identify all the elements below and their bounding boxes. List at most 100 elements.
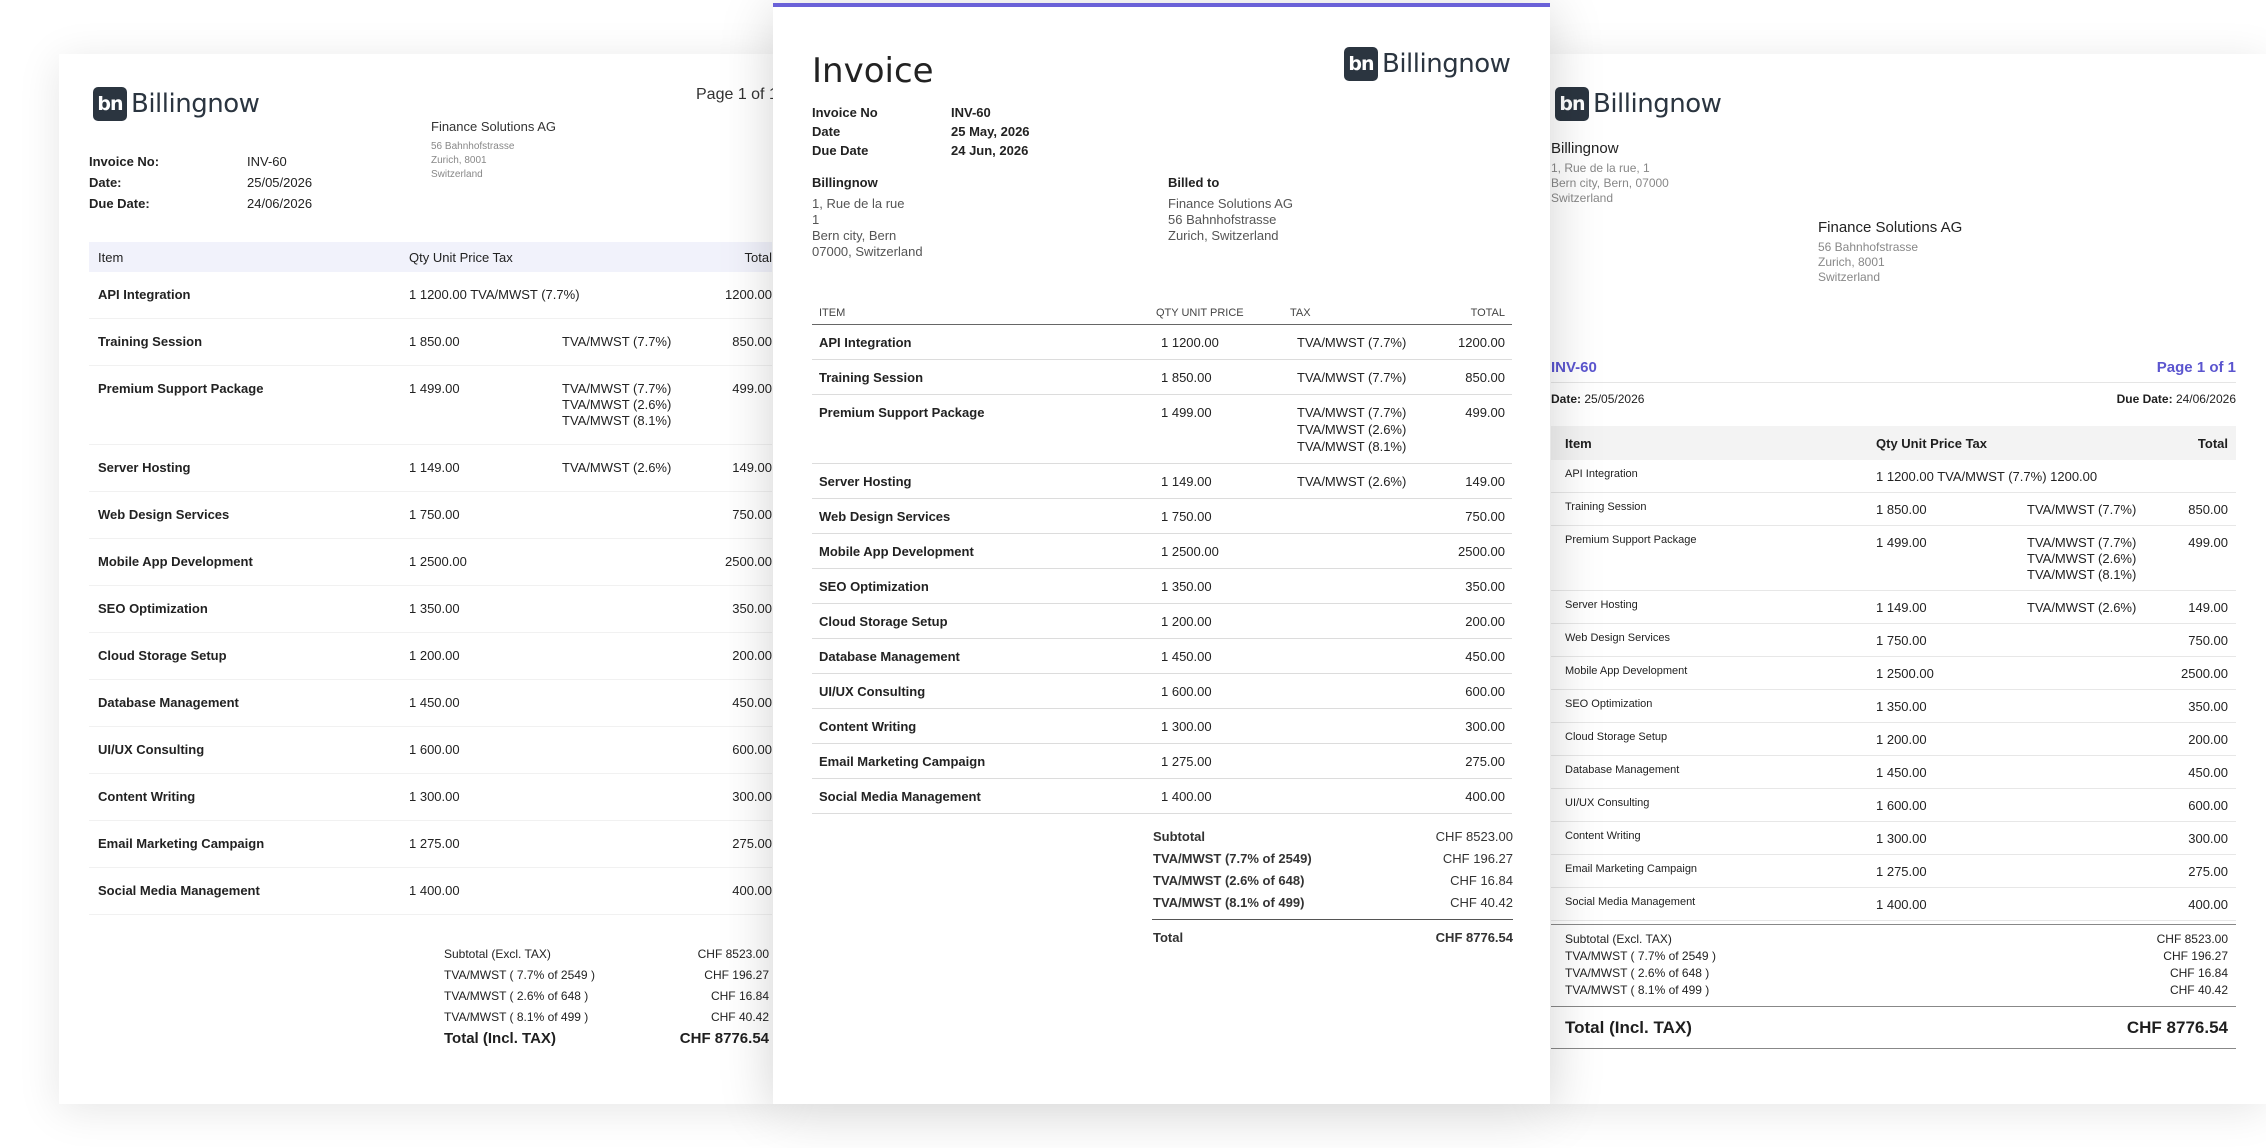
item-qty-price: 1 350.00: [409, 601, 460, 616]
item-qty-price: 1 300.00: [1876, 831, 1927, 846]
table-row: Premium Support Package 1 499.00 TVA/MWST …: [812, 395, 1512, 464]
item-qty-price: 1 450.00: [409, 695, 460, 710]
item-qty-price: 1 499.00: [1161, 405, 1212, 420]
date-value: 25/05/2026: [1584, 392, 1645, 406]
item-total: 200.00: [2188, 732, 2228, 747]
item-name: Premium Support Package: [819, 405, 985, 420]
date-label: Date: [812, 124, 841, 139]
table-row: Social Media Management 1 400.00 400.00: [812, 779, 1512, 814]
item-qty-price: 1 275.00: [1161, 754, 1212, 769]
item-tax: TVA/MWST (8.1%): [1297, 439, 1407, 454]
item-qty-price: 1 750.00: [409, 507, 460, 522]
item-total: 300.00: [1465, 719, 1505, 734]
item-total: 600.00: [1465, 684, 1505, 699]
item-qty-price: 1 350.00: [1876, 699, 1927, 714]
table-row: API Integration 1 1200.00 TVA/MWST (7.7%)…: [1551, 460, 2236, 493]
totals-divider: [1152, 919, 1513, 920]
item-name: Server Hosting: [1565, 599, 1638, 611]
items-table-header: ITEM QTY UNIT PRICE TAX TOTAL: [812, 303, 1512, 325]
grand-total-value: CHF 8776.54: [2126, 1018, 2228, 1037]
item-name: Server Hosting: [98, 460, 191, 475]
item-name: Email Marketing Campaign: [98, 836, 265, 851]
billed-to-heading: Billed to: [1168, 175, 1220, 190]
due-date-value: 24 Jun, 2026: [951, 143, 1029, 158]
totals-divider: [1551, 1048, 2236, 1049]
item-qty-price: 1 149.00: [1161, 474, 1212, 489]
table-row: Email Marketing Campaign 1 275.00 275.00: [1551, 855, 2236, 888]
table-row: Database Management 1 450.00 450.00: [89, 680, 772, 727]
header-qty-price-tax: Qty Unit Price Tax: [409, 250, 513, 265]
item-total: 2500.00: [725, 554, 772, 569]
item-qty-price: 1 149.00: [1876, 600, 1927, 615]
billingnow-logo: bn Billingnow: [1344, 47, 1511, 81]
item-total: 2500.00: [2181, 666, 2228, 681]
item-total: 850.00: [732, 334, 772, 349]
date-label: Date:: [89, 175, 122, 190]
item-name: Mobile App Development: [819, 544, 974, 559]
totals-value: CHF 196.27: [2163, 949, 2228, 963]
invoice-number: INV-60: [1551, 359, 1597, 376]
billed-to-line: Finance Solutions AG: [1168, 196, 1294, 211]
invoice-page-right: bn Billingnow Billingnow 1, Rue de la ru…: [1545, 54, 2266, 1104]
item-name: SEO Optimization: [98, 601, 208, 616]
item-total: 149.00: [1465, 474, 1505, 489]
item-tax: TVA/MWST (7.7%): [562, 334, 672, 349]
header-item: ITEM: [819, 307, 846, 319]
invoice-title: Invoice: [812, 51, 934, 91]
invoice-no-label: Invoice No: [812, 105, 878, 120]
header-total: Total: [744, 250, 772, 265]
item-tax: TVA/MWST (7.7%): [2027, 535, 2137, 550]
client-address-line: Switzerland: [431, 169, 483, 180]
due-date-value: 24/06/2026: [2175, 392, 2236, 406]
item-name: Cloud Storage Setup: [1565, 731, 1668, 743]
item-total: 450.00: [1465, 649, 1505, 664]
item-total: 350.00: [2188, 699, 2228, 714]
item-name: API Integration: [819, 335, 912, 350]
date-value: 25/05/2026: [247, 175, 313, 190]
from-line: 1, Rue de la rue: [812, 196, 905, 211]
totals-label: TVA/MWST ( 2.6% of 648 ): [444, 989, 589, 1003]
grand-total-label: Total: [1153, 930, 1184, 945]
header-qty-price: QTY UNIT PRICE: [1156, 307, 1244, 319]
item-name: Web Design Services: [819, 509, 951, 524]
due-date-label: Due Date: [812, 143, 869, 158]
sender-name: Billingnow: [1551, 140, 1619, 157]
totals-label: Subtotal (Excl. TAX): [1565, 932, 1672, 946]
item-tax: TVA/MWST (2.6%): [2027, 600, 2137, 615]
logo-text: Billingnow: [1593, 89, 1722, 119]
item-name: Mobile App Development: [1565, 665, 1688, 677]
item-name: Social Media Management: [1565, 896, 1696, 908]
item-qty-price: 1 600.00: [409, 742, 460, 757]
item-name: Training Session: [98, 334, 203, 349]
item-qty-price: 1 850.00: [409, 334, 460, 349]
item-total: 275.00: [732, 836, 772, 851]
from-line: 1: [812, 212, 820, 227]
invoice-no-value: INV-60: [247, 154, 287, 169]
table-row: Cloud Storage Setup 1 200.00 200.00: [812, 604, 1512, 639]
table-row: Premium Support Package 1 499.00 TVA/MWST …: [89, 366, 772, 445]
item-total: 300.00: [2188, 831, 2228, 846]
billed-to-line: 56 Bahnhofstrasse: [1168, 212, 1277, 227]
item-total: 850.00: [2188, 502, 2228, 517]
item-qty-price: 1 750.00: [1876, 633, 1927, 648]
page-indicator: Page 1 of 1: [2156, 359, 2236, 376]
item-total: 149.00: [732, 460, 772, 475]
item-qty-price: 1 200.00: [1876, 732, 1927, 747]
invoice-no-value: INV-60: [951, 105, 991, 120]
table-row: Email Marketing Campaign 1 275.00 275.00: [812, 744, 1512, 779]
item-qty-price: 1 450.00: [1161, 649, 1212, 664]
item-qty-price: 1 750.00: [1161, 509, 1212, 524]
item-total: 600.00: [732, 742, 772, 757]
item-total: 300.00: [732, 789, 772, 804]
item-name: Social Media Management: [98, 883, 260, 898]
item-qty-price: 1 600.00: [1876, 798, 1927, 813]
item-tax: TVA/MWST (7.7%): [562, 381, 672, 396]
due-date-label: Due Date:: [2116, 392, 2173, 406]
item-tax: TVA/MWST (7.7%): [1297, 370, 1407, 385]
item-total: 450.00: [2188, 765, 2228, 780]
grand-total-value: CHF 8776.54: [1435, 930, 1513, 945]
date-field: Date: 25/05/2026: [1551, 392, 1644, 406]
item-total: 750.00: [732, 507, 772, 522]
item-qty-price: 1 850.00: [1876, 502, 1927, 517]
item-total: 275.00: [1465, 754, 1505, 769]
